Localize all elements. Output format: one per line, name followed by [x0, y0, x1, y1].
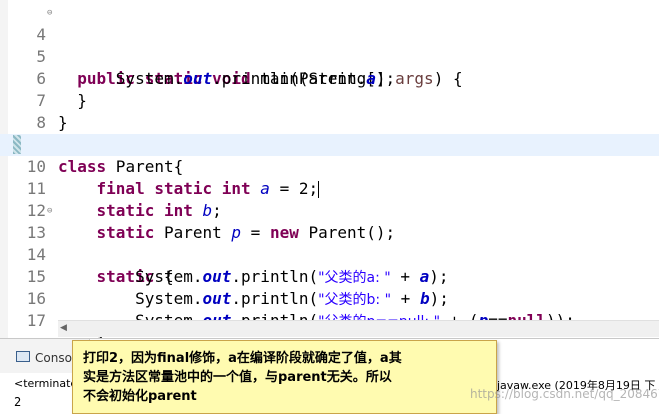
- console-icon: [16, 351, 30, 362]
- code-line: 8: [0, 90, 659, 132]
- code-line: 4 ⊖ public static void main(String[] arg…: [0, 2, 659, 88]
- watermark: https://blog.csdn.net/qq_20846769: [470, 387, 659, 401]
- code-line: 9 class Parent{: [0, 112, 659, 176]
- code-line: 11 static int b;: [0, 156, 659, 220]
- code-line: 15 System.out.println("父类的b: " + b);: [0, 244, 659, 308]
- code-line: 17 }: [0, 288, 659, 338]
- annotation-line: 不会初始化parent: [83, 389, 197, 404]
- annotation-line: 打印2，因为final修饰，a在编译阶段就确定了值，a其: [83, 351, 402, 366]
- code-line: 12 static Parent p = new Parent();: [0, 178, 659, 242]
- code-line: 5 System.out.println(Parent.a);: [0, 24, 659, 88]
- current-code-line: 10 final static int a = 2;: [0, 134, 659, 198]
- code-line: 13 ⊖ static {: [0, 200, 659, 286]
- code-line: 7 }: [0, 68, 659, 132]
- change-marker: [13, 135, 21, 154]
- annotation-note: 打印2，因为final修饰，a在编译阶段就确定了值，a其 实是方法区常量池中的一…: [72, 340, 497, 414]
- fold-collapse-icon[interactable]: ⊖: [47, 200, 52, 222]
- console-status: <terminate: [14, 377, 78, 390]
- code-line: 16 System.out.println("父类的p==null: " + (…: [0, 266, 659, 330]
- code-line: 14 System.out.println("父类的a: " + a);: [0, 222, 659, 286]
- scroll-left-arrow-icon[interactable]: ◀: [60, 323, 67, 333]
- console-tab-label: Conso: [35, 351, 72, 365]
- horizontal-scrollbar[interactable]: ◀: [58, 320, 659, 337]
- code-editor[interactable]: 4 ⊖ public static void main(String[] arg…: [0, 0, 659, 338]
- console-output: 2: [14, 395, 22, 409]
- fold-collapse-icon[interactable]: ⊖: [47, 2, 52, 24]
- annotation-line: 实是方法区常量池中的一个值，与parent无关。所以: [83, 370, 392, 385]
- code-line: 18: [0, 310, 659, 320]
- code-line: 6 }: [0, 46, 659, 110]
